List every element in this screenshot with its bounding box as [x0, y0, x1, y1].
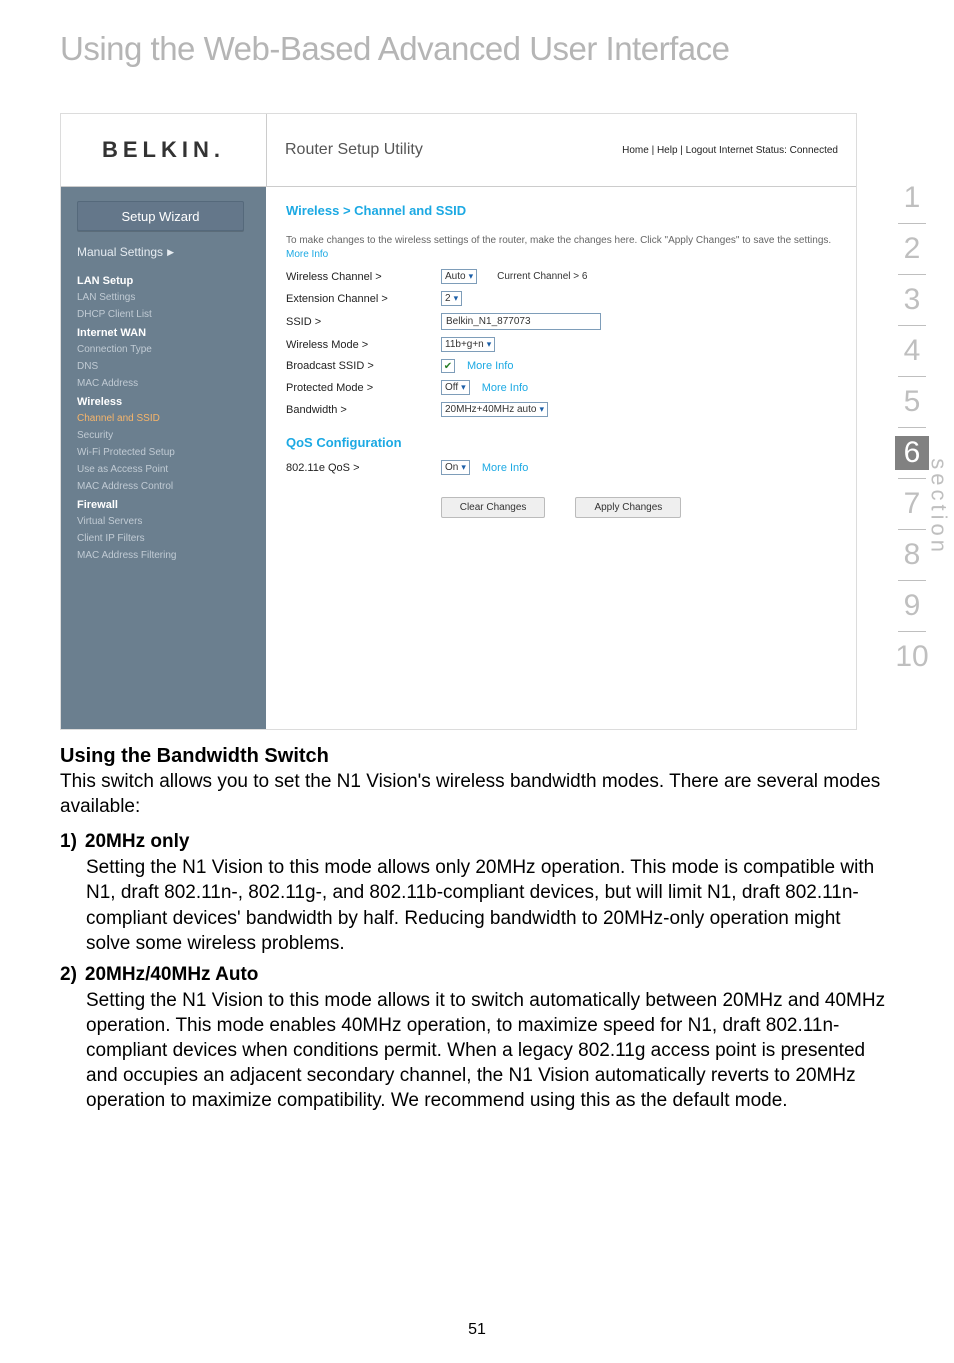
sidebar-item-dns[interactable]: DNS	[61, 358, 266, 375]
section-label: section	[926, 458, 952, 556]
item1-body: Setting the N1 Vision to this mode allow…	[86, 855, 889, 955]
sidebar-item-use-as-ap[interactable]: Use as Access Point	[61, 461, 266, 478]
select-protected-mode[interactable]: Off▾	[441, 380, 470, 395]
chevron-down-icon: ▾	[461, 462, 466, 473]
sidebar-item-wps[interactable]: Wi-Fi Protected Setup	[61, 444, 266, 461]
section-heading: Using the Bandwidth Switch	[60, 745, 889, 768]
setup-wizard-button[interactable]: Setup Wizard	[77, 201, 244, 231]
chevron-down-icon: ▾	[469, 271, 474, 282]
breadcrumb: Wireless > Channel and SSID	[286, 203, 836, 218]
step-10[interactable]: 10	[895, 640, 928, 674]
chevron-down-icon: ▾	[461, 382, 466, 393]
chevron-down-icon: ▾	[454, 293, 459, 304]
select-bandwidth[interactable]: 20MHz+40MHz auto▾	[441, 402, 548, 417]
step-1[interactable]: 1	[904, 181, 921, 215]
label-bandwidth: Bandwidth >	[286, 404, 441, 416]
top-links[interactable]: Home | Help | Logout Internet Status: Co…	[622, 145, 838, 156]
sidebar: Setup Wizard Manual Settings LAN Setup L…	[61, 187, 266, 729]
intro-text: To make changes to the wireless settings…	[286, 234, 836, 262]
sidebar-item-virtual-servers[interactable]: Virtual Servers	[61, 513, 266, 530]
label-extension-channel: Extension Channel >	[286, 293, 441, 305]
step-6[interactable]: 6	[895, 436, 929, 470]
router-ui-screenshot: BELKIN. Router Setup Utility Home | Help…	[60, 113, 857, 730]
more-info-link-qos[interactable]: More Info	[482, 462, 528, 474]
sidebar-item-mac-control[interactable]: MAC Address Control	[61, 478, 266, 495]
step-7[interactable]: 7	[904, 487, 921, 521]
chevron-down-icon: ▾	[539, 404, 544, 415]
nav-head-wan: Internet WAN	[61, 323, 266, 341]
step-5[interactable]: 5	[904, 385, 921, 419]
chevron-down-icon: ▾	[487, 339, 492, 350]
label-protected-mode: Protected Mode >	[286, 382, 441, 394]
label-broadcast-ssid: Broadcast SSID >	[286, 360, 441, 372]
qos-heading: QoS Configuration	[286, 435, 836, 450]
item1-heading: 20MHz only	[85, 831, 190, 853]
label-qos: 802.11e QoS >	[286, 462, 441, 474]
item1-number: 1)	[60, 831, 77, 853]
sidebar-item-security[interactable]: Security	[61, 427, 266, 444]
item2-body: Setting the N1 Vision to this mode allow…	[86, 988, 889, 1113]
step-9[interactable]: 9	[904, 589, 921, 623]
more-info-link-broadcast[interactable]: More Info	[467, 360, 513, 372]
utility-title: Router Setup Utility	[285, 141, 423, 159]
current-channel-label: Current Channel > 6	[497, 271, 587, 282]
item2-number: 2)	[60, 964, 77, 986]
section-stepper: 1 2 3 4 5 6 7 8 9 10	[895, 175, 929, 680]
nav-head-firewall: Firewall	[61, 495, 266, 513]
label-wireless-channel: Wireless Channel >	[286, 271, 441, 283]
more-info-link-intro[interactable]: More Info	[286, 249, 328, 260]
brand-logo: BELKIN.	[102, 137, 225, 163]
nav-head-wireless: Wireless	[61, 392, 266, 410]
step-4[interactable]: 4	[904, 334, 921, 368]
select-wireless-mode[interactable]: 11b+g+n▾	[441, 337, 495, 352]
content-panel: Wireless > Channel and SSID To make chan…	[266, 187, 856, 729]
section-intro: This switch allows you to set the N1 Vis…	[60, 770, 889, 819]
page-title: Using the Web-Based Advanced User Interf…	[60, 30, 889, 68]
nav-head-lan: LAN Setup	[61, 271, 266, 289]
topbar: BELKIN. Router Setup Utility Home | Help…	[61, 114, 856, 187]
sidebar-item-conn-type[interactable]: Connection Type	[61, 341, 266, 358]
step-8[interactable]: 8	[904, 538, 921, 572]
label-ssid: SSID >	[286, 316, 441, 328]
item2-heading: 20MHz/40MHz Auto	[85, 964, 258, 986]
sidebar-item-client-ip-filters[interactable]: Client IP Filters	[61, 530, 266, 547]
sidebar-item-lan-settings[interactable]: LAN Settings	[61, 289, 266, 306]
step-3[interactable]: 3	[904, 283, 921, 317]
page-number: 51	[0, 1321, 954, 1339]
select-extension-channel[interactable]: 2▾	[441, 291, 462, 306]
clear-changes-button[interactable]: Clear Changes	[441, 497, 546, 518]
label-wireless-mode: Wireless Mode >	[286, 339, 441, 351]
apply-changes-button[interactable]: Apply Changes	[575, 497, 681, 518]
select-qos[interactable]: On▾	[441, 460, 470, 475]
manual-settings-link[interactable]: Manual Settings	[77, 245, 250, 259]
input-ssid[interactable]: Belkin_N1_877073	[441, 313, 601, 330]
sidebar-item-mac-filtering[interactable]: MAC Address Filtering	[61, 547, 266, 564]
more-info-link-protected[interactable]: More Info	[482, 382, 528, 394]
step-2[interactable]: 2	[904, 232, 921, 266]
checkbox-broadcast-ssid[interactable]: ✔	[441, 359, 455, 373]
sidebar-item-channel-ssid[interactable]: Channel and SSID	[61, 410, 266, 427]
sidebar-item-dhcp-client[interactable]: DHCP Client List	[61, 306, 266, 323]
select-wireless-channel[interactable]: Auto▾	[441, 269, 477, 284]
sidebar-item-mac[interactable]: MAC Address	[61, 375, 266, 392]
